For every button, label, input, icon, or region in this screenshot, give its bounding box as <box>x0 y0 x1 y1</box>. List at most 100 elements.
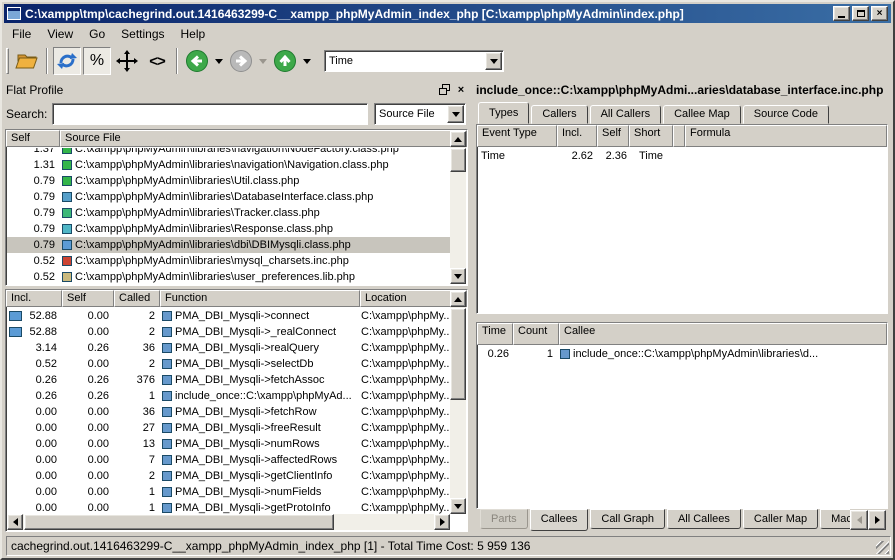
tabs-scroll-left-button[interactable] <box>850 510 868 530</box>
source-file-row[interactable]: 0.52C:\xampp\phpMyAdmin\libraries\mysql_… <box>7 253 450 269</box>
function-row[interactable]: 0.260.26376PMA_DBI_Mysqli->fetchAssocC:\… <box>7 372 450 388</box>
float-panel-button[interactable] <box>437 83 451 96</box>
function-row[interactable]: 0.000.001PMA_DBI_Mysqli->numFieldsC:\xam… <box>7 484 450 500</box>
minimize-button[interactable] <box>833 6 850 21</box>
column-header-self[interactable]: Self <box>62 290 114 307</box>
maximize-button[interactable] <box>852 6 869 21</box>
function-row[interactable]: 0.520.002PMA_DBI_Mysqli->selectDbC:\xamp… <box>7 356 450 372</box>
function-horizontal-scrollbar[interactable] <box>7 514 450 530</box>
column-header-short[interactable]: Short <box>629 125 673 147</box>
detail-splitter[interactable] <box>476 314 888 322</box>
resize-grip[interactable] <box>876 541 889 554</box>
tab-callee-map[interactable]: Callee Map <box>663 105 741 124</box>
search-input[interactable] <box>52 103 368 125</box>
tab-all-callers[interactable]: All Callers <box>590 105 662 124</box>
scroll-right-button[interactable] <box>434 514 450 530</box>
bottom-tab-caller-map[interactable]: Caller Map <box>743 509 818 529</box>
event-type-row[interactable]: Time2.622.36Time <box>477 147 887 164</box>
bottom-tab-machine[interactable]: Machine <box>820 509 850 529</box>
tab-types[interactable]: Types <box>478 102 529 124</box>
column-header-incl[interactable]: Incl. <box>557 125 597 147</box>
function-row[interactable]: 0.000.0013PMA_DBI_Mysqli->numRowsC:\xamp… <box>7 436 450 452</box>
source-file-row[interactable]: 0.79C:\xampp\phpMyAdmin\libraries\Tracke… <box>7 205 450 221</box>
column-header-self[interactable]: Self <box>597 125 629 147</box>
tabs-scroll-right-button[interactable] <box>868 510 886 530</box>
function-row[interactable]: 0.000.0027PMA_DBI_Mysqli->freeResultC:\x… <box>7 420 450 436</box>
menu-help[interactable]: Help <box>173 25 214 43</box>
source-file-row[interactable]: 1.31C:\xampp\phpMyAdmin\libraries\naviga… <box>7 157 450 173</box>
source-file-row[interactable]: 0.52C:\xampp\phpMyAdmin\libraries\user_p… <box>7 269 450 284</box>
column-header-called[interactable]: Called <box>114 290 160 307</box>
function-vertical-scrollbar[interactable] <box>450 291 466 514</box>
menu-file[interactable]: File <box>4 25 39 43</box>
shorten-templates-button[interactable]: <> <box>143 47 171 75</box>
combo-dropdown-button[interactable] <box>447 105 464 123</box>
scroll-up-button[interactable] <box>450 131 466 147</box>
event-type-selector[interactable]: Time <box>324 50 504 72</box>
close-button[interactable]: × <box>871 6 888 21</box>
incl-cost-cell: 0.00 <box>7 438 63 450</box>
tab-callers[interactable]: Callers <box>531 105 587 124</box>
scroll-down-button[interactable] <box>450 268 466 284</box>
column-header-event-type[interactable]: Event Type <box>477 125 557 147</box>
column-header-callee[interactable]: Callee <box>559 323 887 345</box>
scroll-left-button[interactable] <box>7 514 23 530</box>
group-by-selector[interactable]: Source File <box>374 103 466 125</box>
bottom-tab-parts[interactable]: Parts <box>480 509 528 529</box>
column-header-count[interactable]: Count <box>513 323 559 345</box>
tab-source-code[interactable]: Source Code <box>743 105 829 124</box>
function-row[interactable]: 3.140.2636PMA_DBI_Mysqli->realQueryC:\xa… <box>7 340 450 356</box>
column-header-function[interactable]: Function <box>160 290 360 307</box>
open-file-button[interactable] <box>13 47 41 75</box>
column-header-source-file[interactable]: Source File <box>60 130 467 147</box>
bottom-tab-all-callees[interactable]: All Callees <box>667 509 741 529</box>
callee-row[interactable]: 0.261include_once::C:\xampp\phpMyAdmin\l… <box>477 345 887 362</box>
source-file-row[interactable]: 0.79C:\xampp\phpMyAdmin\libraries\dbi\DB… <box>7 237 450 253</box>
function-row[interactable]: 52.880.002PMA_DBI_Mysqli->connectC:\xamp… <box>7 308 450 324</box>
source-vertical-scrollbar[interactable] <box>450 131 466 284</box>
function-cell: PMA_DBI_Mysqli->getProtoInfo <box>161 502 361 514</box>
function-row[interactable]: 0.000.0036PMA_DBI_Mysqli->fetchRowC:\xam… <box>7 404 450 420</box>
function-name: PMA_DBI_Mysqli->freeResult <box>175 422 321 434</box>
back-dropdown-caret[interactable] <box>215 59 223 64</box>
scroll-down-button[interactable] <box>450 498 466 514</box>
bottom-tab-call-graph[interactable]: Call Graph <box>590 509 665 529</box>
source-file-row[interactable]: 1.37C:\xampp\phpMyAdmin\libraries\naviga… <box>7 148 450 157</box>
function-row[interactable]: 0.000.002PMA_DBI_Mysqli->getClientInfoC:… <box>7 468 450 484</box>
scroll-up-button[interactable] <box>450 291 466 307</box>
expand-areas-button[interactable] <box>113 47 141 75</box>
forward-button[interactable] <box>227 47 255 75</box>
column-header-time[interactable]: Time <box>477 323 513 345</box>
column-header-spacer[interactable] <box>673 125 685 147</box>
source-file-row[interactable]: 0.79C:\xampp\phpMyAdmin\libraries\Respon… <box>7 221 450 237</box>
scrollbar-thumb[interactable] <box>450 308 466 400</box>
bottom-tab-callees[interactable]: Callees <box>530 509 589 531</box>
combo-dropdown-button[interactable] <box>485 52 502 70</box>
source-file-row[interactable]: 0.79C:\xampp\phpMyAdmin\libraries\Databa… <box>7 189 450 205</box>
close-panel-button[interactable]: × <box>454 83 468 96</box>
function-name: PMA_DBI_Mysqli->realQuery <box>175 342 319 354</box>
cycle-detection-button[interactable] <box>53 47 81 75</box>
toolbar-grip[interactable] <box>6 48 9 74</box>
scrollbar-thumb[interactable] <box>450 148 466 172</box>
column-header-self[interactable]: Self <box>6 130 60 147</box>
percent-relative-button[interactable]: % <box>83 47 111 75</box>
panel-splitter[interactable] <box>468 80 474 532</box>
menu-view[interactable]: View <box>39 25 81 43</box>
back-button[interactable] <box>183 47 211 75</box>
function-row[interactable]: 0.000.007PMA_DBI_Mysqli->affectedRowsC:\… <box>7 452 450 468</box>
column-header-incl[interactable]: Incl. <box>6 290 62 307</box>
forward-dropdown-caret[interactable] <box>259 59 267 64</box>
function-row[interactable]: 0.260.261include_once::C:\xampp\phpMyAd.… <box>7 388 450 404</box>
scrollbar-thumb[interactable] <box>24 514 334 530</box>
called-count-cell: 36 <box>115 342 161 354</box>
source-file-row[interactable]: 0.79C:\xampp\phpMyAdmin\libraries\Util.c… <box>7 173 450 189</box>
function-row[interactable]: 0.000.001PMA_DBI_Mysqli->getProtoInfoC:\… <box>7 500 450 514</box>
menu-settings[interactable]: Settings <box>113 25 172 43</box>
menu-go[interactable]: Go <box>81 25 113 43</box>
function-row[interactable]: 52.880.002PMA_DBI_Mysqli->_realConnectC:… <box>7 324 450 340</box>
column-header-formula[interactable]: Formula <box>685 125 887 147</box>
up-dropdown-caret[interactable] <box>303 59 311 64</box>
incl-cost-cell: 0.00 <box>7 422 63 434</box>
up-button[interactable] <box>271 47 299 75</box>
